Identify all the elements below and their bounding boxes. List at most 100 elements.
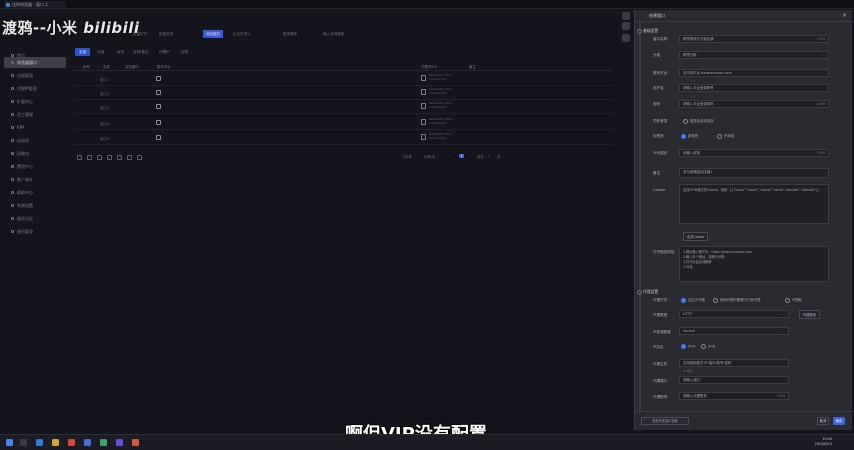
cancel-button[interactable]: 取消: [817, 417, 829, 425]
edge-icon[interactable]: [36, 439, 43, 446]
label-sync: 同步登录: [653, 119, 668, 123]
bulk-close-icon[interactable]: [87, 155, 92, 160]
twofa-input[interactable]: 请输入密钥 0/50: [679, 149, 829, 157]
refresh-icon[interactable]: [622, 22, 630, 30]
checkbox[interactable]: [156, 76, 161, 81]
sidebar-item-logs[interactable]: 操作日志: [4, 213, 66, 224]
filter-number[interactable]: 序号: [117, 48, 124, 56]
remark-input[interactable]: 亚马逊美国站店铺1: [679, 168, 829, 178]
sidebar: 首页 浏览器窗口 分组管理 代理IP管理 扩展中心 员工管理 RPA 自动化 回…: [0, 50, 68, 240]
app2-icon[interactable]: [116, 439, 123, 446]
sidebar-item-automation[interactable]: 自动化: [4, 135, 66, 146]
label-group: 分组: [653, 53, 661, 57]
label-password: 密码: [653, 102, 661, 106]
sidebar-item-trash[interactable]: 回收站: [4, 148, 66, 159]
tab-mode-none[interactable]: 不添加: [717, 133, 734, 139]
close-batch-button[interactable]: 批量关闭: [159, 30, 173, 38]
search-icon[interactable]: [20, 439, 27, 446]
logout-icon: [11, 230, 14, 233]
close-icon[interactable]: ×: [842, 12, 847, 19]
confirm-button[interactable]: 确定: [833, 417, 845, 425]
proxy-port-input[interactable]: 请输入端口: [679, 376, 789, 384]
wechat-icon[interactable]: [100, 439, 107, 446]
proxy-check-button[interactable]: 代理检测: [799, 310, 820, 319]
filter-group[interactable]: 分组: [97, 48, 104, 56]
scrollbar[interactable]: [639, 22, 641, 412]
open-urls-textarea[interactable]: 1.网址输入格式为：https://www.amazon.com 2.输入多个网…: [679, 246, 829, 282]
filter-all[interactable]: 全部: [75, 48, 91, 56]
table-row[interactable]: 窗口5 Mozilla/5.0 (Win... Chrome/112: [73, 131, 613, 145]
proxy-mode-extract[interactable]: IP提取: [785, 297, 802, 303]
group-select[interactable]: 跨境分组 ⌄: [679, 51, 829, 59]
sidebar-item-logout[interactable]: 退出登录: [4, 226, 66, 237]
table-row[interactable]: 窗口2 Mozilla/5.0 (Win... Chrome/112: [73, 86, 613, 100]
filter-tags[interactable]: 标签: [181, 48, 188, 56]
merge-cookie-button[interactable]: 合并Cookie: [683, 232, 709, 241]
password-input[interactable]: 请输入平台登录密码 0/50: [679, 100, 829, 108]
filter-proxy[interactable]: 代理IP: [159, 48, 169, 56]
proxy-mode-existing[interactable]: 使用代理IP管理中已有代理: [713, 297, 760, 303]
import-button[interactable]: 从文件导入: [233, 30, 251, 38]
username-input[interactable]: 请输入平台登录账号: [679, 84, 829, 92]
pager-prev-icon[interactable]: ‹: [450, 154, 451, 158]
pager-size-select[interactable]: 10条/页: [423, 154, 435, 159]
sidebar-item-rpa[interactable]: RPA: [4, 122, 66, 133]
start-icon[interactable]: [6, 439, 13, 446]
proxy-account-input[interactable]: 请输入代理账号 0/50: [679, 392, 789, 400]
filter-name[interactable]: 名称/备注: [133, 48, 149, 56]
browser-tab[interactable]: 比特浏览器 - 窗口 1: [4, 1, 66, 8]
platform-select[interactable]: 亚马逊平台 www.amazon.com: [679, 69, 829, 77]
table-row[interactable]: 窗口1 Mozilla/5.0 (Win... Chrome/112: [73, 72, 613, 86]
bulk-export-icon[interactable]: [117, 155, 122, 160]
bulk-more-icon[interactable]: [137, 155, 142, 160]
proxy-type-select[interactable]: HTTP ⌄: [679, 310, 789, 318]
search-input[interactable]: 输入名称搜索: [323, 30, 345, 38]
pager-current[interactable]: 1: [459, 154, 465, 158]
label-platform: 账号平台: [653, 71, 668, 75]
bulk-sort-icon[interactable]: [127, 155, 132, 160]
proxy-host-input[interactable]: 支持粘贴格式 IP:端口:账号:密码: [679, 359, 789, 367]
sync-checkbox[interactable]: 登录后自动保存: [683, 118, 714, 124]
add-window-button[interactable]: 添加窗口: [203, 30, 224, 38]
pin-icon[interactable]: [622, 12, 630, 20]
sidebar-item-referral[interactable]: 推广有礼: [4, 174, 66, 185]
sidebar-item-billing[interactable]: 费用中心: [4, 161, 66, 172]
app-icon[interactable]: [68, 439, 75, 446]
open-batch-button[interactable]: 批量打开: [133, 30, 147, 38]
pager-next-icon[interactable]: ›: [469, 154, 470, 158]
more-actions-button[interactable]: 更多操作: [283, 30, 297, 38]
tab-mode-new[interactable]: 新标签: [681, 133, 698, 139]
col-number: 序号: [83, 65, 90, 69]
bulk-delete-icon[interactable]: [97, 155, 102, 160]
window-name-input[interactable]: 跨境电商亚马逊店铺 0/50: [679, 35, 829, 43]
sidebar-item-browser-windows[interactable]: 浏览器窗口: [4, 57, 66, 68]
ipv4-radio[interactable]: IPv4: [681, 344, 695, 349]
folder-icon[interactable]: [52, 439, 59, 446]
checkbox[interactable]: [156, 90, 161, 95]
sidebar-item-proxy[interactable]: 代理IP管理: [4, 83, 66, 94]
table-row[interactable]: 窗口3 Mozilla/5.0 (Win... Chrome/112: [73, 100, 613, 114]
table-row[interactable]: 窗口4 Mozilla/5.0 (Win... Chrome/112: [73, 116, 613, 130]
tab-title: 比特浏览器 - 窗口 1: [12, 2, 48, 7]
checkbox[interactable]: [156, 120, 161, 125]
ip-query-select[interactable]: Socks5 ⌄: [679, 327, 789, 335]
sidebar-item-help[interactable]: 帮助中心: [4, 187, 66, 198]
ipv6-radio[interactable]: IPv6: [701, 344, 715, 349]
settings-toggle-icon[interactable]: [622, 34, 630, 42]
sidebar-item-extensions[interactable]: 扩展中心: [4, 96, 66, 107]
history-settings-button[interactable]: 查看历史窗口设置: [641, 417, 689, 425]
label-ip-protocol: IP协议: [653, 345, 664, 349]
pager-goto-input[interactable]: 1: [488, 154, 490, 158]
app3-icon[interactable]: [132, 439, 139, 446]
bulk-move-icon[interactable]: [107, 155, 112, 160]
bulk-open-icon[interactable]: [77, 155, 82, 160]
checkbox[interactable]: [156, 104, 161, 109]
user-icon: [11, 113, 14, 116]
browser-app-icon[interactable]: [84, 439, 91, 446]
checkbox[interactable]: [156, 135, 161, 140]
sidebar-item-settings[interactable]: 系统设置: [4, 200, 66, 211]
cookie-textarea[interactable]: 支持JSON格式的Cookie，例如：[{"name":"name","valu…: [679, 184, 829, 224]
sidebar-item-staff[interactable]: 员工管理: [4, 109, 66, 120]
sidebar-item-groups[interactable]: 分组管理: [4, 70, 66, 81]
proxy-mode-custom[interactable]: 自定义代理: [681, 297, 705, 303]
